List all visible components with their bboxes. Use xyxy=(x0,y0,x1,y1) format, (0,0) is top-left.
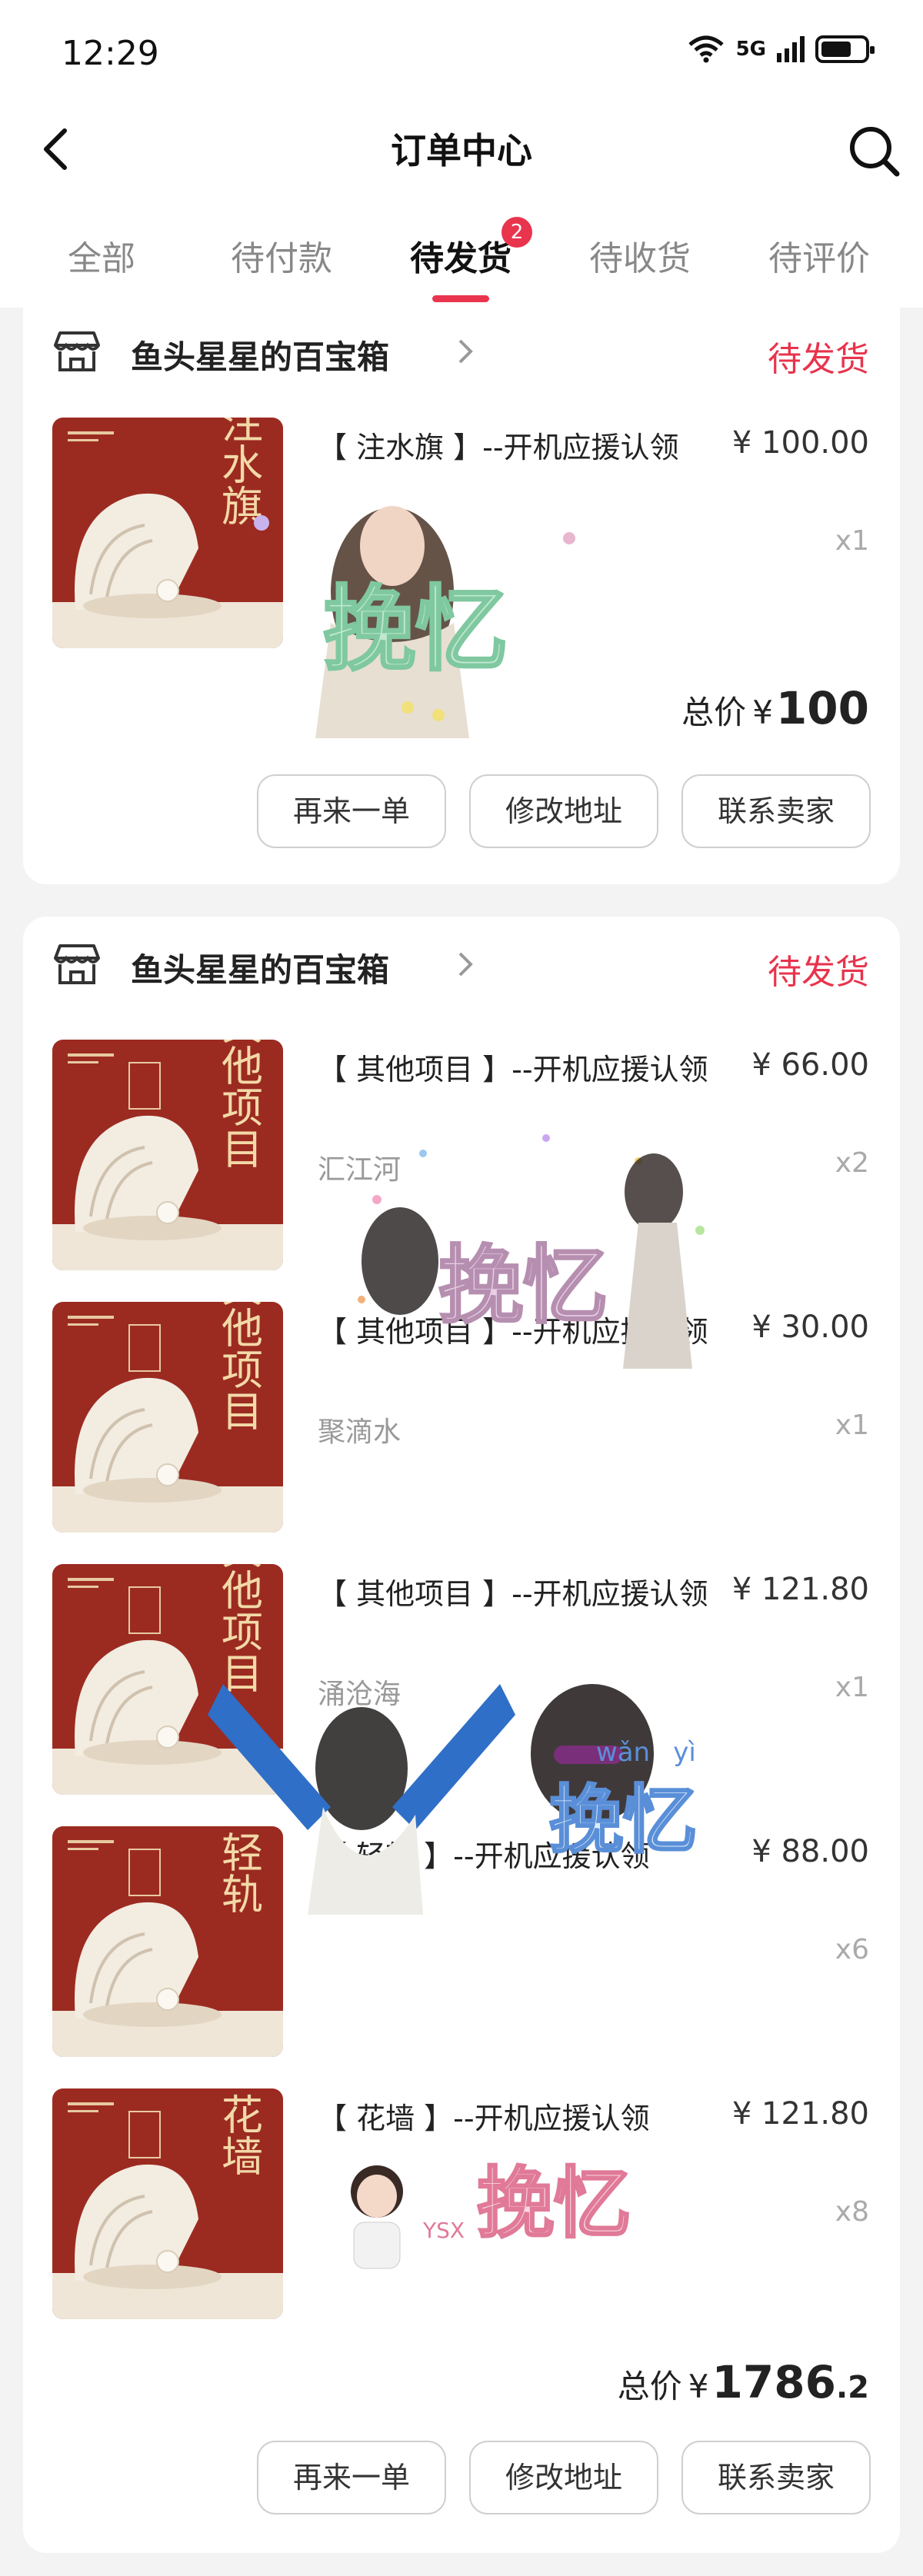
status-bar: 12:29 5G xyxy=(0,0,923,100)
total-currency: ¥ xyxy=(688,2368,709,2405)
total-amount: 100 xyxy=(775,682,869,734)
order-item[interactable]: 其他项目 【 其他项目 】--开机应援认领 ¥ 30.00 聚滴水 x1 xyxy=(52,1302,869,1533)
item-quantity: x1 xyxy=(835,525,869,557)
active-tab-indicator xyxy=(432,295,489,302)
tab-all[interactable]: 全部 xyxy=(25,231,178,280)
shop-name[interactable]: 鱼头星星的百宝箱 xyxy=(131,944,389,991)
order-total: 总价 ¥ 100 xyxy=(681,682,869,734)
thumbnail-text: 注水旗 xyxy=(215,418,263,526)
thumbnail-text: 花墙 xyxy=(215,2093,263,2176)
chevron-right-icon xyxy=(458,952,473,977)
item-price: ¥ 121.80 xyxy=(731,2096,869,2132)
store-icon xyxy=(54,944,100,984)
order-item[interactable]: 注水旗 【 注水旗 】--开机应援认领 ¥ 100.00 x1 xyxy=(52,418,869,648)
thumbnail-text: 轻轨 xyxy=(215,1831,263,1914)
search-icon[interactable] xyxy=(846,123,903,180)
status-time: 12:29 xyxy=(62,34,159,73)
page-title: 订单中心 xyxy=(391,130,532,171)
item-title: 【 注水旗 】--开机应援认领 xyxy=(318,431,679,464)
item-price: ¥ 88.00 xyxy=(751,1834,869,1869)
tab-pending-payment[interactable]: 待付款 xyxy=(205,231,358,280)
order-item[interactable]: 其他项目 【 其他项目 】--开机应援认领 ¥ 66.00 汇江河 x2 xyxy=(52,1040,869,1270)
order-total: 总价 ¥ 1786 .2 xyxy=(618,2356,869,2408)
item-quantity: x6 xyxy=(835,1934,869,1965)
signal-icon xyxy=(777,36,805,62)
item-price: ¥ 100.00 xyxy=(731,425,869,461)
order-card[interactable]: 鱼头星星的百宝箱 待发货 其他项目 【 其他项目 】--开机应援认领 ¥ 66.… xyxy=(23,917,900,2553)
thumbnail-text: 其他项目 xyxy=(215,1040,263,1169)
item-title: 【 其他项目 】--开机应援认领 xyxy=(318,1577,708,1611)
item-title: 【 花墙 】--开机应援认领 xyxy=(318,2102,650,2135)
product-thumbnail[interactable]: 其他项目 xyxy=(52,1564,283,1795)
item-spec: 涌沧海 xyxy=(318,1679,402,1710)
status-icons: 5G xyxy=(687,34,875,65)
item-price: ¥ 66.00 xyxy=(751,1047,869,1083)
contact-seller-button[interactable]: 联系卖家 xyxy=(681,2441,871,2514)
item-price: ¥ 121.80 xyxy=(731,1572,869,1607)
tab-pending-receipt[interactable]: 待收货 xyxy=(563,231,717,280)
product-thumbnail[interactable]: 注水旗 xyxy=(52,418,283,648)
total-currency: ¥ xyxy=(752,694,773,731)
order-status: 待发货 xyxy=(768,953,869,992)
item-spec: 汇江河 xyxy=(318,1154,402,1186)
wifi-icon xyxy=(688,35,724,63)
network-label: 5G xyxy=(735,38,766,61)
tab-pending-review[interactable]: 待评价 xyxy=(742,231,896,280)
shop-row[interactable]: 鱼头星星的百宝箱 待发货 xyxy=(54,940,869,992)
total-label: 总价 xyxy=(681,694,747,731)
item-quantity: x1 xyxy=(835,1409,869,1441)
thumbnail-text: 其他项目 xyxy=(215,1564,263,1693)
order-item[interactable]: 轻轨 【 轻轨 】--开机应援认领 ¥ 88.00 x6 xyxy=(52,1826,869,2057)
edit-address-button[interactable]: 修改地址 xyxy=(469,2441,658,2514)
item-quantity: x1 xyxy=(835,1672,869,1703)
contact-seller-button[interactable]: 联系卖家 xyxy=(681,774,871,848)
item-quantity: x8 xyxy=(835,2196,869,2228)
order-status: 待发货 xyxy=(768,340,869,379)
item-price: ¥ 30.00 xyxy=(751,1310,869,1345)
product-thumbnail[interactable]: 其他项目 xyxy=(52,1040,283,1270)
shop-row[interactable]: 鱼头星星的百宝箱 待发货 xyxy=(54,327,869,379)
chevron-right-icon xyxy=(458,339,473,364)
item-spec: 聚滴水 xyxy=(318,1416,402,1448)
product-thumbnail[interactable]: 其他项目 xyxy=(52,1302,283,1533)
store-icon xyxy=(54,331,100,371)
reorder-button[interactable]: 再来一单 xyxy=(257,774,446,848)
product-thumbnail[interactable]: 花墙 xyxy=(52,2088,283,2319)
item-title: 【 其他项目 】--开机应援认领 xyxy=(318,1053,708,1087)
product-thumbnail[interactable]: 轻轨 xyxy=(52,1826,283,2057)
total-decimal: .2 xyxy=(835,2370,869,2405)
item-quantity: x2 xyxy=(835,1147,869,1179)
order-card[interactable]: 鱼头星星的百宝箱 待发货 注水旗 【 注水旗 】--开机应援认领 ¥ 100.0… xyxy=(23,304,900,884)
reorder-button[interactable]: 再来一单 xyxy=(257,2441,446,2514)
order-item[interactable]: 其他项目 【 其他项目 】--开机应援认领 ¥ 121.80 涌沧海 x1 xyxy=(52,1564,869,1795)
shop-name[interactable]: 鱼头星星的百宝箱 xyxy=(131,331,389,378)
total-label: 总价 xyxy=(617,2368,682,2405)
tab-badge: 2 xyxy=(501,217,532,248)
item-title: 【 轻轨 】--开机应援认领 xyxy=(318,1839,650,1873)
header: 订单中心 xyxy=(0,100,923,200)
item-title: 【 其他项目 】--开机应援认领 xyxy=(318,1315,708,1349)
thumbnail-text: 其他项目 xyxy=(215,1302,263,1431)
battery-icon xyxy=(815,35,875,63)
order-item[interactable]: 花墙 【 花墙 】--开机应援认领 ¥ 121.80 x8 xyxy=(52,2088,869,2319)
edit-address-button[interactable]: 修改地址 xyxy=(469,774,658,848)
total-amount: 1786 xyxy=(711,2356,836,2408)
order-tabs: 全部 待付款 待发货 待收货 待评价 2 xyxy=(0,200,923,308)
